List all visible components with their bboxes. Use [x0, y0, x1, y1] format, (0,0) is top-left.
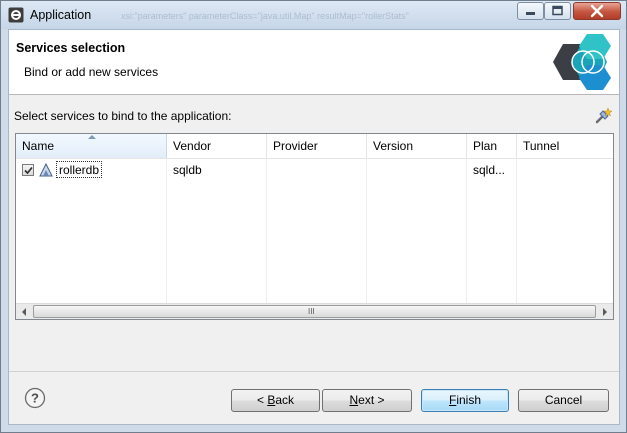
close-button[interactable]	[573, 2, 621, 20]
header-description: Bind or add new services	[24, 65, 159, 79]
title-ghost-text: xsi:"parameters" parameterClass="java.ut…	[121, 11, 409, 21]
column-header-tunnel[interactable]: Tunnel	[517, 134, 613, 158]
minimize-icon	[526, 12, 535, 15]
header-title: Services selection	[16, 41, 126, 55]
column-header-version[interactable]: Version	[367, 134, 467, 158]
back-button-label: ack	[275, 393, 295, 407]
service-plan: sqld...	[473, 163, 506, 177]
table-row[interactable]: rollerdb sqldb sqld...	[16, 159, 613, 181]
select-services-label: Select services to bind to the applicati…	[14, 109, 232, 123]
horizontal-scrollbar[interactable]: III	[16, 303, 613, 319]
services-table[interactable]: Name Vendor Provider Version Plan Tunnel	[15, 133, 614, 320]
dialog-content: Services selection Bind or add new servi…	[8, 29, 620, 425]
application-window: Application xsi:"parameters" parameterCl…	[0, 0, 627, 433]
bluemix-logo	[553, 34, 611, 90]
title-bar[interactable]: Application xsi:"parameters" parameterCl…	[1, 1, 626, 29]
scrollbar-thumb[interactable]: III	[33, 305, 596, 318]
finish-button-label: inish	[456, 393, 482, 407]
row-checkbox[interactable]	[22, 164, 34, 176]
sort-ascending-icon	[88, 135, 96, 139]
maximize-icon	[552, 5, 563, 16]
help-icon[interactable]: ?	[24, 387, 46, 409]
service-vendor: sqldb	[173, 163, 202, 177]
column-header-name-label: Name	[22, 139, 55, 153]
app-icon	[8, 7, 24, 23]
finish-button[interactable]: Finish	[421, 389, 509, 412]
next-button-label: ext >	[358, 393, 385, 407]
close-icon	[590, 4, 604, 18]
service-name[interactable]: rollerdb	[56, 161, 103, 178]
window-title: Application	[30, 8, 92, 22]
service-icon	[39, 163, 53, 177]
column-header-plan[interactable]: Plan	[467, 134, 517, 158]
column-header-provider[interactable]: Provider	[267, 134, 367, 158]
table-header: Name Vendor Provider Version Plan Tunnel	[16, 134, 613, 159]
maximize-button[interactable]	[544, 2, 571, 20]
column-header-vendor[interactable]: Vendor	[167, 134, 267, 158]
scroll-right-icon[interactable]	[597, 304, 613, 320]
button-bar-separator	[9, 371, 619, 372]
next-button-mnemonic: N	[349, 393, 359, 407]
checkmark-icon	[24, 166, 33, 175]
back-button-prefix: <	[256, 393, 268, 407]
next-button[interactable]: Next >	[322, 389, 412, 412]
add-service-icon[interactable]	[594, 107, 612, 125]
back-button[interactable]: < Back	[231, 389, 320, 412]
cancel-button[interactable]: Cancel	[518, 389, 609, 412]
column-header-name[interactable]: Name	[16, 134, 167, 158]
svg-text:?: ?	[31, 391, 39, 406]
dialog-header: Services selection Bind or add new servi…	[9, 30, 619, 95]
minimize-button[interactable]	[517, 2, 544, 20]
scrollbar-grip: III	[308, 307, 315, 316]
scroll-left-icon[interactable]	[16, 304, 32, 320]
